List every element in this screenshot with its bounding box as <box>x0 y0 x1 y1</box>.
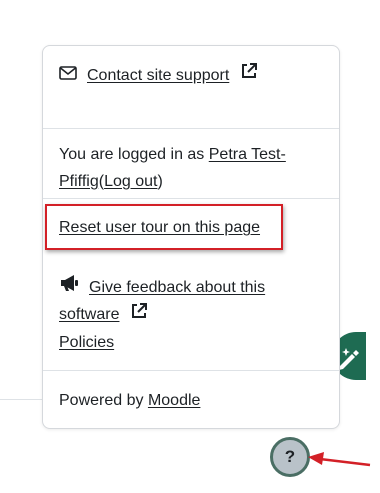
contact-section: Contact site support <box>43 62 339 89</box>
divider <box>43 370 339 371</box>
logout-link[interactable]: Log out <box>104 173 157 190</box>
feedback-section: Give feedback about this software Polici… <box>43 274 339 356</box>
external-link-icon <box>130 302 148 329</box>
contact-site-support-link[interactable]: Contact site support <box>87 67 229 84</box>
moodle-link[interactable]: Moodle <box>148 392 200 409</box>
annotation-highlight-box <box>45 204 283 250</box>
bullhorn-icon <box>59 274 81 301</box>
give-feedback-link[interactable]: Give feedback about this software <box>59 279 265 323</box>
help-button-label: ? <box>284 447 296 466</box>
external-link-icon <box>240 62 258 89</box>
login-prefix: You are logged in as <box>59 146 209 163</box>
background-divider <box>0 399 42 400</box>
login-info: You are logged in as Petra Test-Pfiffig … <box>43 129 339 195</box>
policies-link[interactable]: Policies <box>59 334 114 351</box>
envelope-icon <box>59 62 77 89</box>
divider <box>43 198 339 199</box>
close-paren: ) <box>157 173 163 190</box>
help-button[interactable]: ? <box>270 437 310 477</box>
powered-by: Powered by Moodle <box>43 387 339 414</box>
page: Contact site support You are logged in a… <box>0 0 380 493</box>
powered-by-prefix: Powered by <box>59 392 148 409</box>
